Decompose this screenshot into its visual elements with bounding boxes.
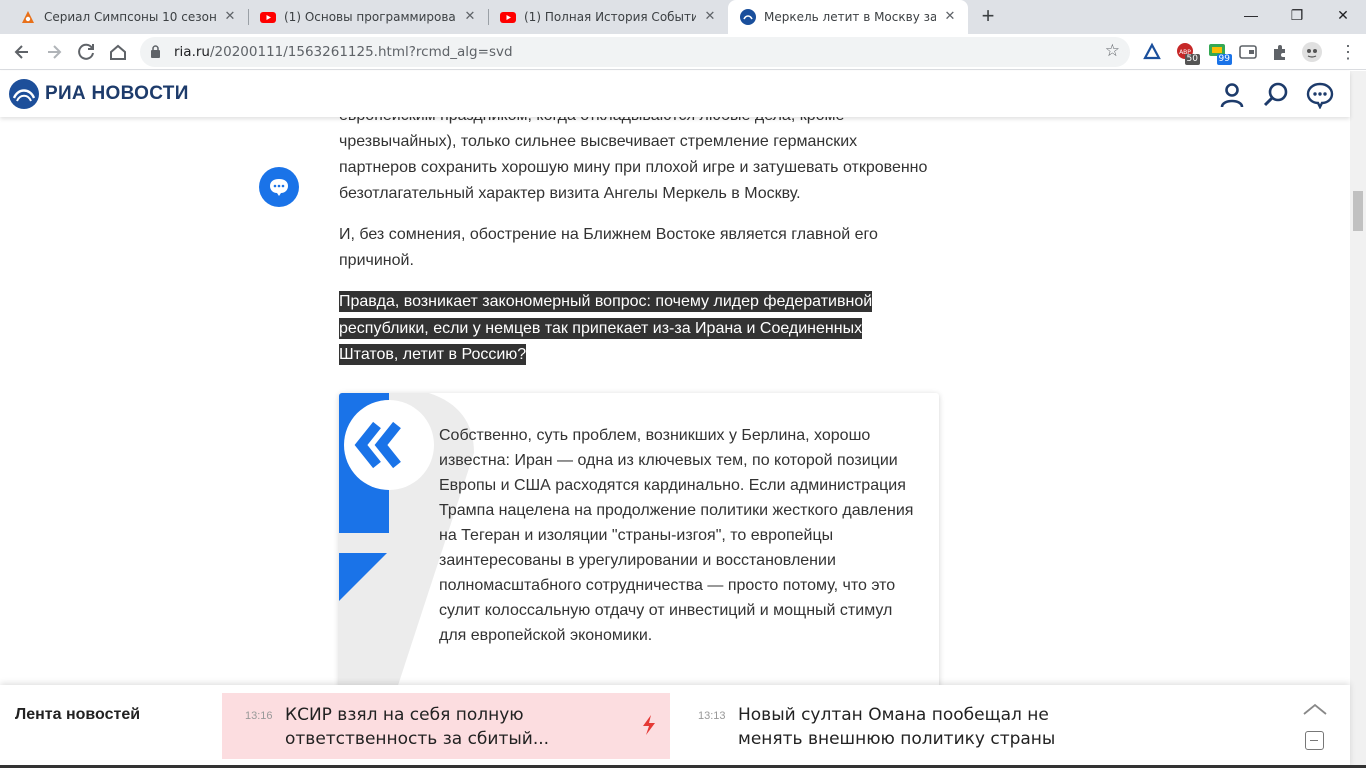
news-time: 13:16 [245,710,273,722]
tab-programming[interactable]: (1) Основы программирования ✕ [248,0,488,34]
tab-history[interactable]: (1) Полная История Событий Вселенной ✕ [488,0,728,34]
puzzle-extensions-icon[interactable] [1270,42,1290,62]
adblock-extension-icon[interactable]: ABP 50 [1176,42,1200,65]
logo-text: РИА НОВОСТИ [45,83,189,104]
news-time: 13:13 [698,710,726,722]
news-item-urgent[interactable]: 13:16 КСИР взял на себя полную ответстве… [222,693,670,759]
news-headline: Новый султан Омана пообещал не менять вн… [738,705,1056,749]
quote-card: Собственно, суть проблем, возникших у Бе… [339,393,939,685]
tab-title: (1) Основы программирования [284,10,456,24]
article-body: европейским праздником, когда откладываю… [0,117,1350,685]
adblock-badge: 50 [1184,54,1200,65]
youtube-icon [500,12,516,23]
home-icon[interactable] [104,38,132,66]
lightning-icon [643,715,655,735]
url-text[interactable]: ria.ru/20200111/1563261125.html?rcmd_alg… [174,44,513,60]
window-maximize-button[interactable]: ❐ [1274,0,1320,30]
window-minimize-button[interactable]: — [1228,0,1274,30]
browser-toolbar: ria.ru/20200111/1563261125.html?rcmd_alg… [0,34,1366,70]
highlighted-quote: Правда, возникает закономерный вопрос: п… [339,289,909,369]
cartoon-favicon-icon [22,11,34,23]
news-feed-title[interactable]: Лента новостей [15,706,140,724]
cast-extension-icon[interactable] [1238,42,1258,62]
tab-close-icon[interactable]: ✕ [222,9,238,25]
user-icon[interactable] [1218,81,1246,109]
lock-icon[interactable] [150,45,161,58]
url-path: /20200111/1563261125.html?rcmd_alg=svd [209,44,513,60]
news-headline: КСИР взял на себя полную ответственность… [285,705,550,749]
translate-extension-icon[interactable]: 99 [1208,42,1232,65]
tab-close-icon[interactable]: ✕ [702,9,718,25]
chevron-up-icon[interactable] [1302,701,1328,717]
minimize-feed-button[interactable] [1305,731,1324,750]
highlighted-quote-text: Правда, возникает закономерный вопрос: п… [339,291,873,365]
article-paragraph-cut: европейским праздником, когда откладываю… [339,117,939,129]
new-tab-button[interactable]: + [976,5,1000,29]
article-paragraph: чрезвычайных), только сильнее высвечивае… [339,133,928,202]
chat-icon[interactable] [1306,81,1334,109]
tab-close-icon[interactable]: ✕ [462,9,478,25]
forward-arrow-icon[interactable] [40,38,68,66]
news-item[interactable]: 13:13 Новый султан Омана пообещал не мен… [690,693,1140,759]
article-paragraph: И, без сомнения, обострение на Ближнем В… [339,226,878,269]
site-header: РИА НОВОСТИ [0,71,1350,117]
tab-title: Сериал Симпсоны 10 сезон The Simpsons [44,10,216,24]
tab-title: Меркель летит в Москву за помощью [764,10,936,24]
back-arrow-icon[interactable] [8,38,36,66]
reload-icon[interactable] [72,38,100,66]
window-close-button[interactable]: ✕ [1320,0,1366,30]
vpn-extension-icon[interactable] [1142,42,1162,62]
ria-logo[interactable]: РИА НОВОСТИ [9,79,189,109]
url-host: ria.ru [174,44,210,60]
address-bar[interactable]: ria.ru/20200111/1563261125.html?rcmd_alg… [140,37,1130,67]
browser-menu-icon[interactable]: ⋮ [1334,38,1362,66]
translate-badge: 99 [1216,54,1232,65]
tab-title: (1) Полная История Событий Вселенной [524,10,696,24]
comment-icon [270,179,288,196]
comment-bubble-button[interactable] [259,167,299,207]
ria-favicon-icon [740,9,756,25]
ria-logo-mark-icon [9,79,39,109]
bookmark-star-icon[interactable]: ☆ [1105,41,1120,61]
youtube-icon [260,12,276,23]
tab-simpsons[interactable]: Сериал Симпсоны 10 сезон The Simpsons ✕ [8,0,248,34]
scrollbar-thumb[interactable] [1353,191,1363,231]
news-feed-bar: Лента новостей 13:16 КСИР взял на себя п… [0,685,1350,768]
page-scrollbar[interactable] [1350,71,1366,768]
profile-avatar-icon[interactable] [1302,42,1322,62]
search-icon[interactable] [1262,81,1290,109]
tab-ria-active[interactable]: Меркель летит в Москву за помощью ✕ [728,0,968,34]
quote-card-text: Собственно, суть проблем, возникших у Бе… [439,427,914,644]
tab-close-icon[interactable]: ✕ [942,9,958,25]
browser-tabstrip: Сериал Симпсоны 10 сезон The Simpsons ✕ … [0,0,1366,34]
